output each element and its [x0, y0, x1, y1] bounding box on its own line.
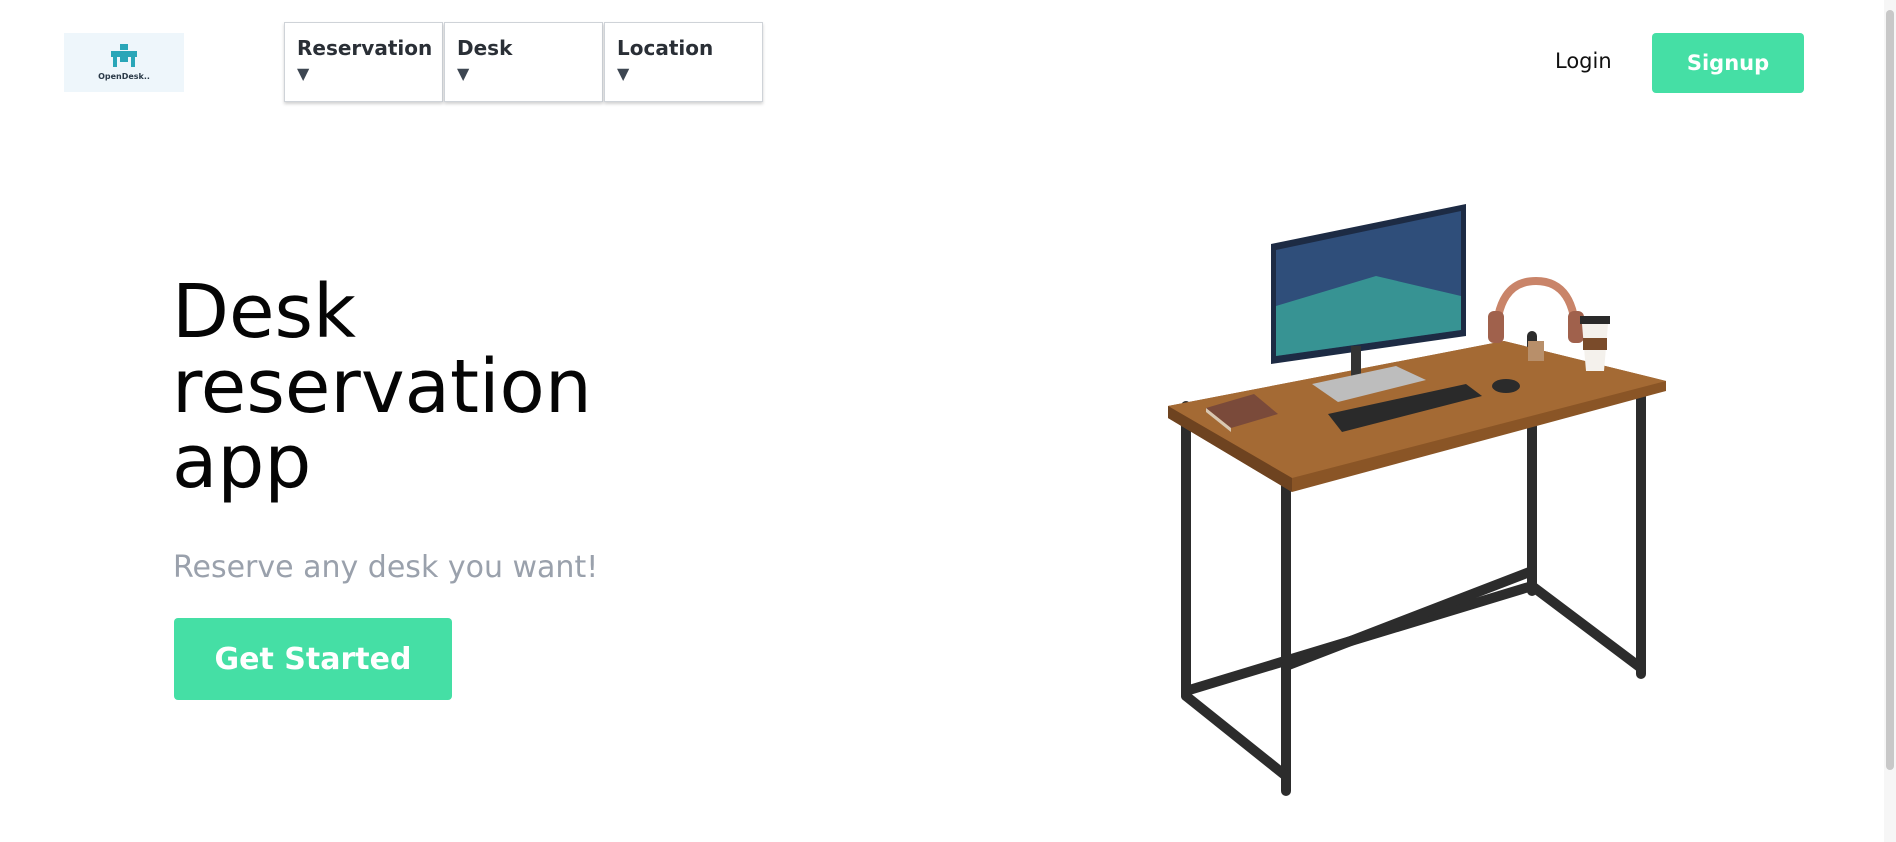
chevron-down-icon: ▼: [457, 64, 470, 83]
location-menu[interactable]: Location ▼: [604, 22, 763, 102]
get-started-button[interactable]: Get Started: [174, 618, 452, 700]
desk-menu-label: Desk: [457, 36, 513, 60]
scrollbar-thumb[interactable]: [1886, 10, 1894, 770]
scrollbar[interactable]: [1884, 0, 1896, 842]
desk-illustration: [1168, 204, 1666, 796]
desk-menu[interactable]: Desk ▼: [444, 22, 603, 102]
location-menu-label: Location: [617, 36, 714, 60]
desk-logo-icon: [111, 44, 137, 67]
signup-button[interactable]: Signup: [1652, 33, 1804, 93]
logo[interactable]: OpenDesk..: [64, 33, 184, 92]
hero-subtitle: Reserve any desk you want!: [173, 550, 599, 585]
logo-text: OpenDesk..: [98, 72, 150, 81]
chevron-down-icon: ▼: [617, 64, 630, 83]
hero-title: Desk reservation app: [172, 269, 592, 505]
mouse: [1492, 379, 1520, 393]
login-link[interactable]: Login: [1555, 49, 1612, 73]
reservation-menu-label: Reservation: [297, 36, 433, 60]
nav-menus: Reservation ▼ Desk ▼ Location ▼: [284, 22, 764, 102]
reservation-menu[interactable]: Reservation ▼: [284, 22, 443, 102]
chevron-down-icon: ▼: [297, 64, 310, 83]
